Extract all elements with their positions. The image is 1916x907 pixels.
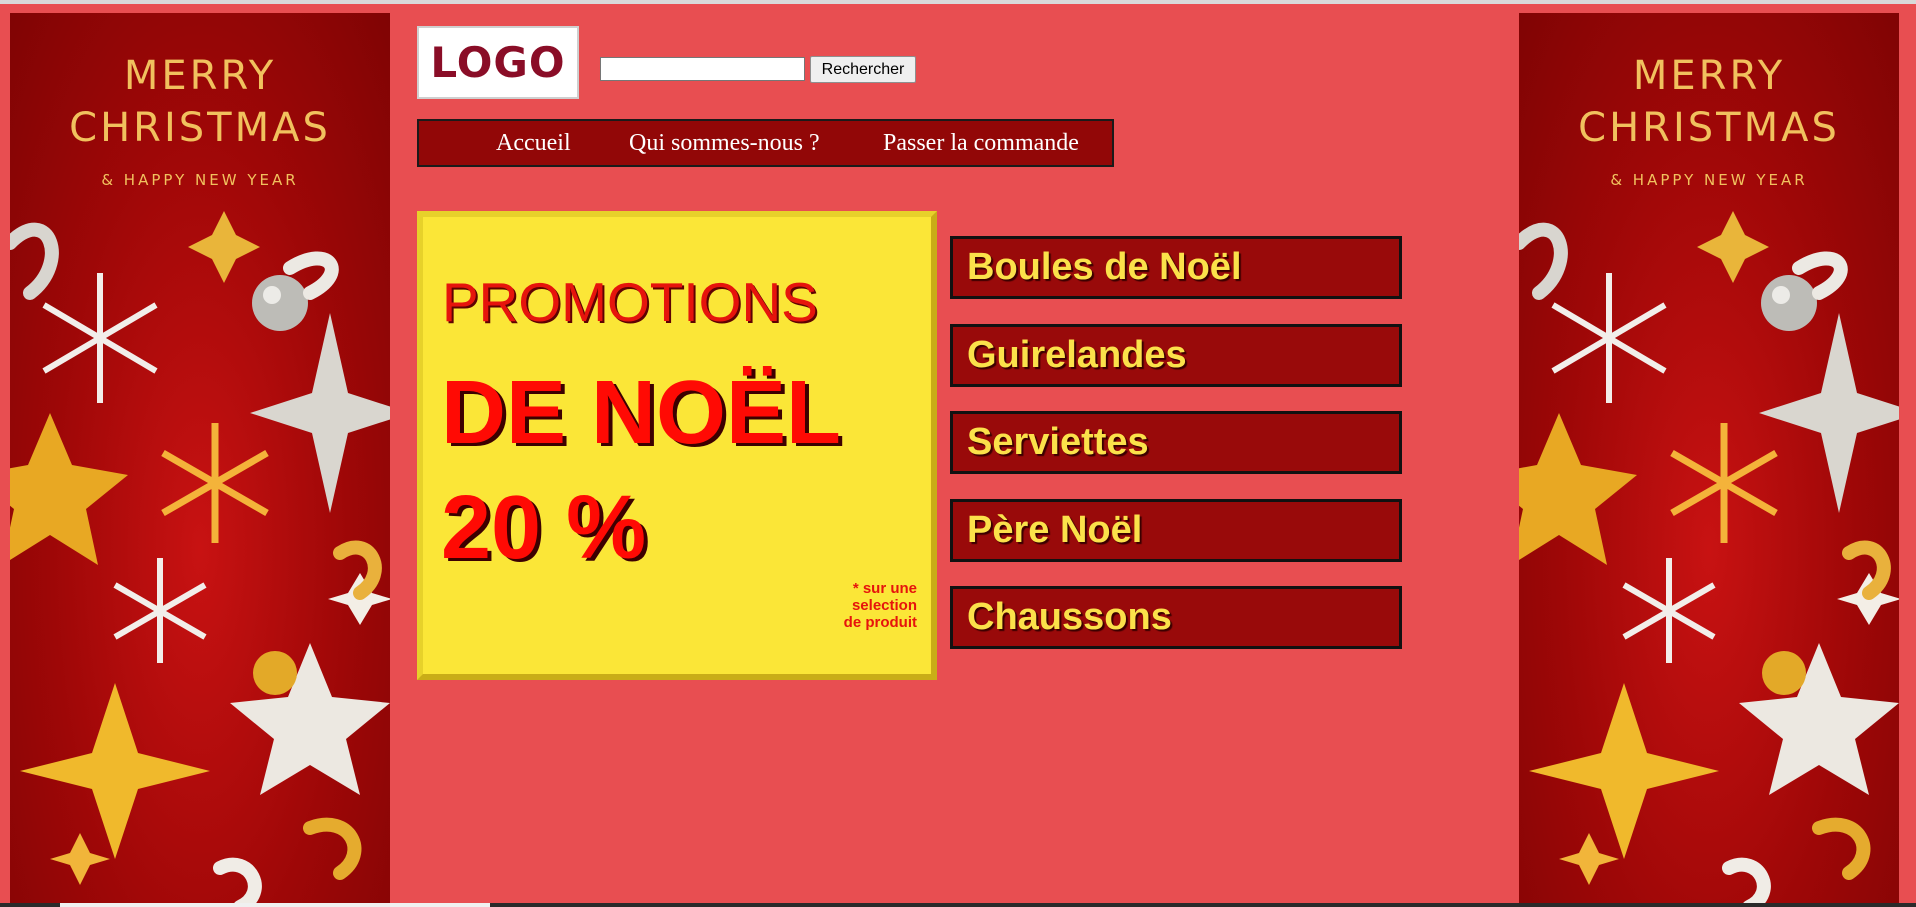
banner-new-year-text: & HAPPY NEW YEAR (1610, 171, 1808, 189)
christmas-banner-right: MERRY CHRISTMAS & HAPPY NEW YEAR (1519, 13, 1899, 907)
banner-christmas-text: CHRISTMAS (69, 105, 331, 151)
banner-merry-text: MERRY (123, 53, 277, 99)
promo-discount: 20 % (441, 478, 647, 578)
category-boules-de-noel[interactable]: Boules de Noël (950, 236, 1402, 299)
ribbon-icon (1519, 222, 1891, 907)
category-chaussons[interactable]: Chaussons (950, 586, 1402, 649)
star-icon (10, 211, 390, 885)
category-guirelandes[interactable]: Guirelandes (950, 324, 1402, 387)
nav-link-qui-sommes-nous[interactable]: Qui sommes-nous ? (629, 130, 820, 157)
ornament-ball-icon (252, 275, 308, 695)
search-button[interactable]: Rechercher (810, 56, 916, 83)
bottom-edge-segment (60, 903, 490, 907)
category-pere-noel[interactable]: Père Noël (950, 499, 1402, 562)
promo-headline: DE NOËL (441, 363, 842, 463)
ribbon-icon (10, 222, 382, 907)
site-logo[interactable]: LOGO (417, 26, 579, 99)
promo-box: PROMOTIONS DE NOËL 20 % * sur une select… (417, 211, 937, 680)
promo-footnote: * sur une selection de produit (844, 580, 917, 631)
banner-merry-text: MERRY (1632, 53, 1786, 99)
snowflake-icon (1670, 423, 1778, 543)
search-input[interactable] (600, 57, 805, 81)
ornament-ball-icon (1761, 275, 1817, 695)
promo-footnote-line: selection (851, 597, 917, 614)
star-icon (1519, 211, 1899, 885)
nav-link-accueil[interactable]: Accueil (496, 130, 571, 157)
promo-footnote-line: * sur une (852, 580, 917, 597)
nav-link-passer-commande[interactable]: Passer la commande (883, 130, 1079, 157)
christmas-banner-left: MERRY CHRISTMAS & HAPPY NEW YEAR (10, 13, 390, 907)
bottom-edge (0, 903, 1916, 907)
main-nav: Accueil Qui sommes-nous ? Passer la comm… (417, 119, 1114, 167)
banner-christmas-text: CHRISTMAS (1578, 105, 1840, 151)
promo-footnote-line: de produit (843, 614, 917, 631)
snowflake-icon (161, 423, 269, 543)
category-serviettes[interactable]: Serviettes (950, 411, 1402, 474)
promo-title: PROMOTIONS (442, 271, 818, 333)
browser-top-edge (0, 0, 1916, 4)
banner-new-year-text: & HAPPY NEW YEAR (101, 171, 299, 189)
